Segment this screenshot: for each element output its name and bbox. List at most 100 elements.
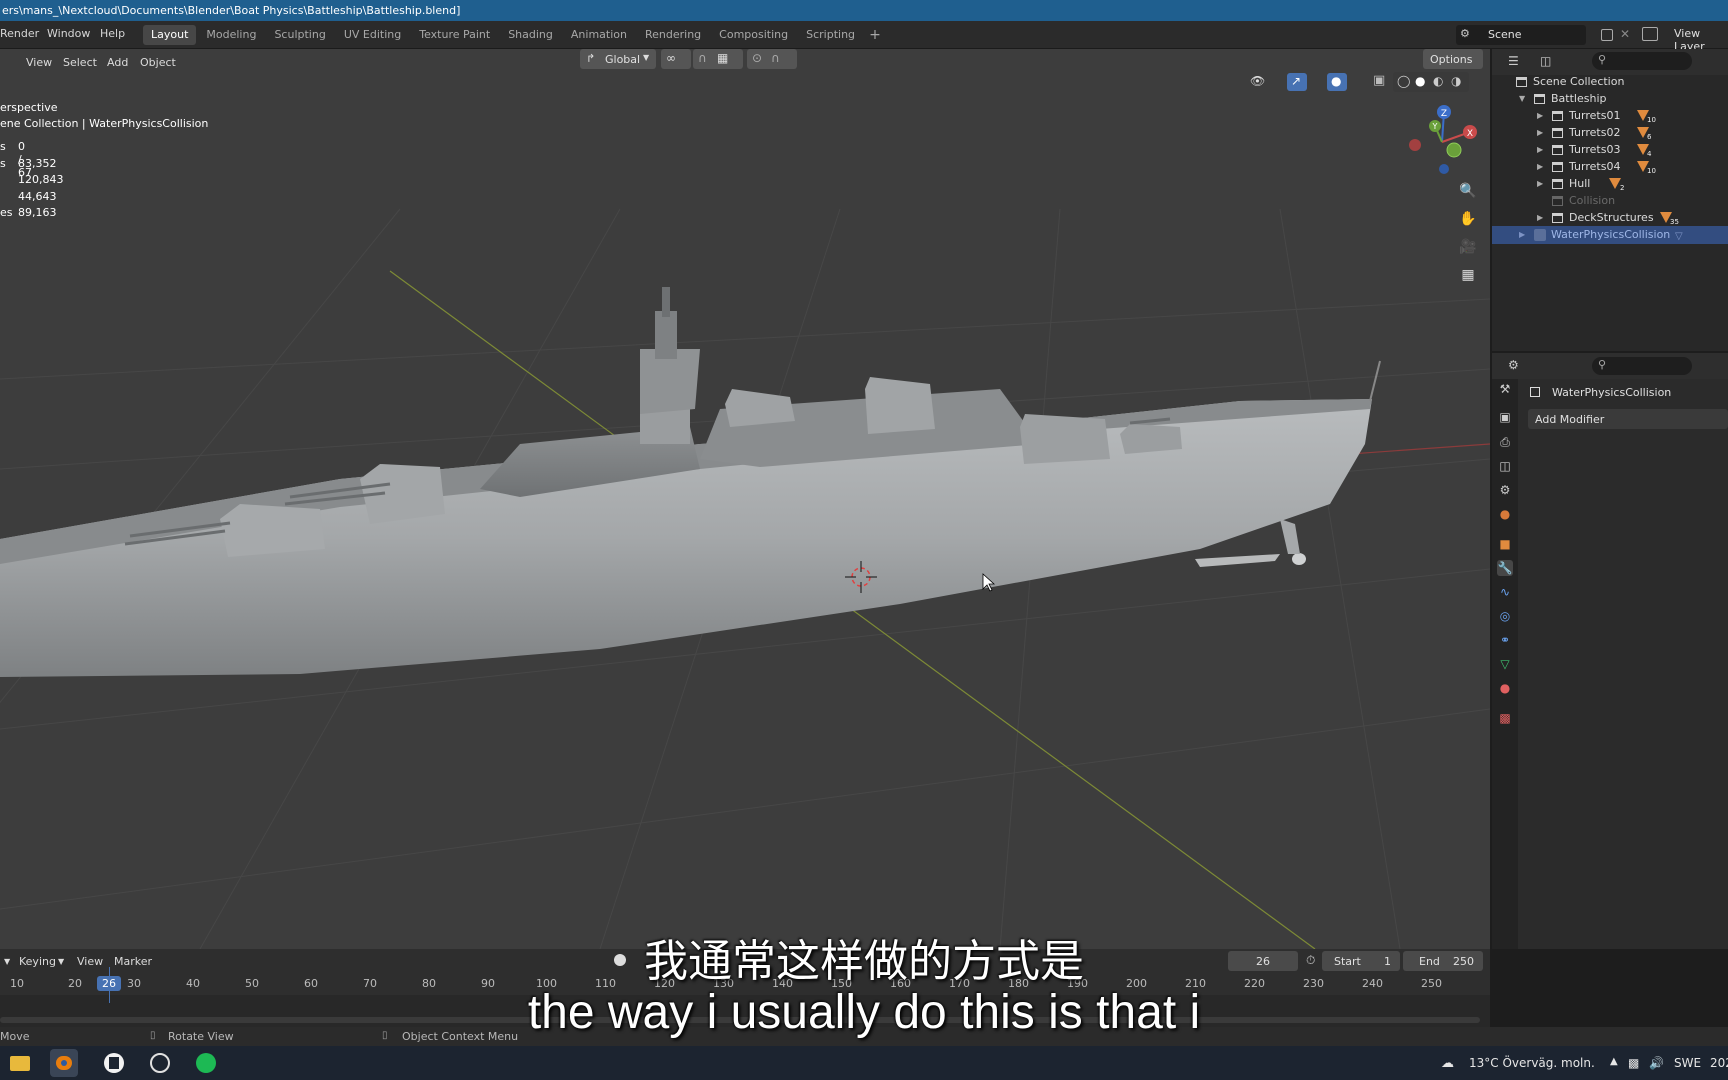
expand-arrow-icon[interactable]: ▶ [1537,209,1543,227]
weather-cloud-icon[interactable]: ☁ [1441,1056,1454,1071]
tab-sculpting[interactable]: Sculpting [266,25,333,45]
gizmo-toggle[interactable]: ↗ [1287,73,1307,91]
spotify-icon[interactable] [192,1049,220,1077]
overlays-icon: ● [1331,74,1342,88]
overlays-toggle[interactable]: ● [1327,73,1347,91]
blender-app-icon[interactable] [50,1049,78,1077]
tab-uv-editing[interactable]: UV Editing [336,25,409,45]
viewport-menu-view[interactable]: View [26,56,52,69]
expand-arrow-icon[interactable]: ▶ [1537,107,1543,125]
tab-scripting[interactable]: Scripting [798,25,863,45]
xray-toggle-icon[interactable]: ▣ [1373,73,1385,88]
zoom-icon[interactable]: 🔍 [1456,179,1480,203]
new-scene-icon[interactable] [1601,29,1613,41]
scene-collection-label: Scene Collection [1533,75,1625,88]
weather-text[interactable]: 13°C Överväg. moln. [1469,1056,1595,1070]
outliner-search-input[interactable]: ⚲ [1592,52,1692,70]
outliner-editor-type-icon[interactable]: ☰ [1508,54,1519,68]
expand-arrow-icon[interactable]: ▼ [1519,90,1525,108]
properties-search-input[interactable]: ⚲ [1592,357,1692,375]
outliner-item-waterphysicscollision[interactable]: ▶ WaterPhysicsCollision ▽ [1492,226,1728,244]
tab-rendering[interactable]: Rendering [637,25,709,45]
material-tab-icon[interactable]: ● [1497,680,1513,696]
outliner-item-turrets01[interactable]: ▶ Turrets01 10 [1492,107,1728,125]
scene-tab-icon[interactable]: ⚙ [1497,482,1513,498]
add-modifier-button[interactable]: Add Modifier [1528,409,1728,429]
outliner-item-label: DeckStructures [1569,211,1654,224]
modifier-tab-icon[interactable]: 🔧 [1497,560,1513,576]
display-mode-icon[interactable]: ◫ [1540,54,1551,68]
data-tab-icon[interactable]: ▽ [1497,656,1513,672]
expand-arrow-icon[interactable]: ▶ [1537,141,1543,159]
tab-texture-paint[interactable]: Texture Paint [411,25,498,45]
tool-tab-icon[interactable]: ⚒ [1497,381,1513,397]
viewport-scene[interactable] [0,49,1490,949]
expand-arrow-icon[interactable]: ▶ [1537,175,1543,193]
tab-animation[interactable]: Animation [563,25,635,45]
options-dropdown[interactable]: Options [1423,49,1483,69]
outliner-item-turrets02[interactable]: ▶ Turrets02 6 [1492,124,1728,142]
add-workspace-button[interactable]: + [865,25,885,45]
visibility-eye-icon[interactable]: 👁 [1250,74,1265,88]
subtitle-chinese: 我通常这样做的方式是 [644,936,1084,987]
camera-icon[interactable]: 🎥 [1456,235,1480,259]
expand-arrow-icon[interactable]: ▶ [1537,158,1543,176]
texture-tab-icon[interactable]: ▩ [1497,710,1513,726]
transform-orientation-dropdown[interactable]: ↱ Global ▼ [580,49,656,69]
physics-tab-icon[interactable]: ◎ [1497,608,1513,624]
outliner-item-hull[interactable]: ▶ Hull 2 [1492,175,1728,193]
viewport-menu-object[interactable]: Object [140,56,176,69]
clock-date-text[interactable]: 202 [1710,1056,1728,1070]
navigation-gizmo[interactable]: Z X Y [1400,102,1480,182]
shading-mode-buttons[interactable]: ◯ ● ◐ ◑ [1393,72,1469,92]
output-tab-icon[interactable]: ⎙ [1497,434,1513,450]
viewport-menu-add[interactable]: Add [107,56,128,69]
view-layer-icon[interactable] [1642,27,1658,41]
outliner-item-deckstructures[interactable]: ▶ DeckStructures 35 [1492,209,1728,227]
tray-chevron-up-icon[interactable]: ▲ [1610,1056,1618,1067]
object-icon [1534,229,1546,241]
proportional-edit-toggle[interactable]: ⊙ ∩ [747,49,797,69]
world-tab-icon[interactable]: ● [1497,506,1513,522]
viewport-menu-select[interactable]: Select [63,56,97,69]
wireframe-shading-icon[interactable]: ◯ [1397,74,1410,88]
menu-help[interactable]: Help [100,27,125,40]
subtitle-english: the way i usually do this is that i [527,986,1201,1039]
view-layer-tab-icon[interactable]: ◫ [1497,458,1513,474]
expand-arrow-icon[interactable]: ▶ [1519,226,1525,244]
menu-window[interactable]: Window [47,27,90,40]
pan-hand-icon[interactable]: ✋ [1456,207,1480,231]
properties-editor-type-icon[interactable]: ⚙ [1508,358,1519,372]
menu-render[interactable]: Render [0,27,39,40]
rendered-shading-icon[interactable]: ◑ [1451,74,1461,88]
unreal-engine-icon[interactable] [100,1049,128,1077]
network-icon[interactable]: ▩ [1628,1056,1639,1070]
os-taskbar: ☁ 13°C Överväg. moln. ▲ ▩ 🔊 SWE 202 [0,1046,1728,1080]
constraints-tab-icon[interactable]: ⚭ [1497,632,1513,648]
outliner-item-turrets03[interactable]: ▶ Turrets03 4 [1492,141,1728,159]
tab-layout[interactable]: Layout [143,25,197,45]
obs-studio-icon[interactable] [146,1049,174,1077]
material-shading-icon[interactable]: ◐ [1433,74,1443,88]
particles-tab-icon[interactable]: ∿ [1497,584,1513,600]
solid-shading-icon[interactable]: ● [1415,74,1425,88]
render-tab-icon[interactable]: ▣ [1497,409,1513,425]
perspective-grid-icon[interactable]: ▦ [1456,263,1480,287]
volume-icon[interactable]: 🔊 [1649,1056,1664,1070]
outliner-scene-collection[interactable]: Scene Collection [1492,73,1728,91]
close-icon[interactable]: ✕ [1620,27,1630,41]
outliner-item-battleship[interactable]: ▼ Battleship [1492,90,1728,108]
expand-arrow-icon[interactable]: ▶ [1537,124,1543,142]
language-indicator[interactable]: SWE [1674,1056,1701,1070]
file-explorer-icon[interactable] [6,1049,34,1077]
tab-compositing[interactable]: Compositing [711,25,796,45]
3d-viewport[interactable]: View Select Add Object ↱ Global ▼ ∞ ∩ ▦ … [0,49,1490,949]
snapping-toggle[interactable]: ∩ ▦ [693,49,743,69]
object-tab-icon[interactable]: ■ [1497,536,1513,552]
scene-selector[interactable]: ⚙ Scene [1456,25,1586,45]
tab-modeling[interactable]: Modeling [198,25,264,45]
tab-shading[interactable]: Shading [500,25,561,45]
pivot-point-dropdown[interactable]: ∞ [661,49,691,69]
outliner-item-turrets04[interactable]: ▶ Turrets04 10 [1492,158,1728,176]
outliner-item-collision[interactable]: Collision [1492,192,1728,210]
